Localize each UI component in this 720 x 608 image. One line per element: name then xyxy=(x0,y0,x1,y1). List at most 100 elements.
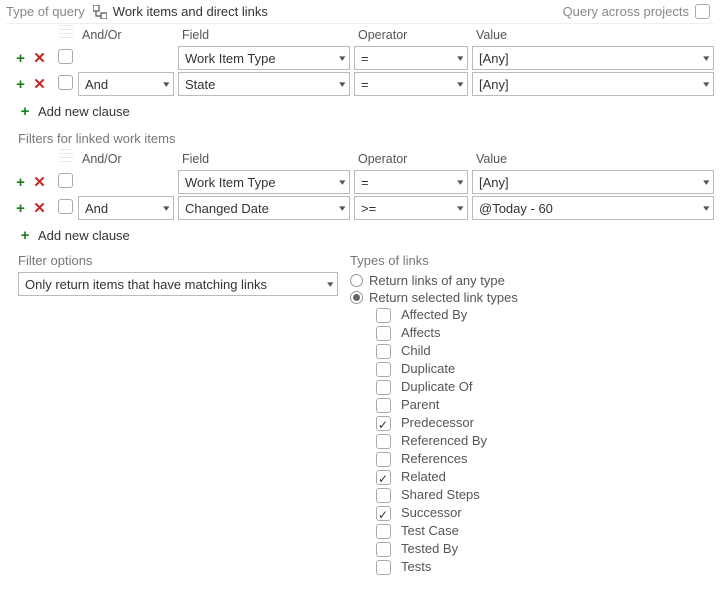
top-bar: Type of query Work items and direct link… xyxy=(6,2,714,24)
remove-clause-button[interactable]: ✕ xyxy=(32,50,48,66)
value-select[interactable]: [Any] ▾ xyxy=(472,170,714,194)
col-header-value: Value xyxy=(472,152,714,166)
clause-header: And/Or Field Operator Value xyxy=(6,148,714,169)
chevron-down-icon: ▾ xyxy=(328,279,334,290)
chevron-down-icon: ▾ xyxy=(704,203,710,214)
chevron-down-icon: ▾ xyxy=(164,79,170,90)
link-type-option[interactable]: Successor xyxy=(376,504,708,522)
add-clause-label: Add new clause xyxy=(38,104,130,119)
link-type-option[interactable]: References xyxy=(376,450,708,468)
link-type-label: Parent xyxy=(401,396,439,414)
work-items-links-icon xyxy=(93,5,107,19)
link-type-option[interactable]: Predecessor xyxy=(376,414,708,432)
enable-clause-checkbox[interactable] xyxy=(58,75,73,90)
value-select[interactable]: @Today - 60 ▾ xyxy=(472,196,714,220)
link-type-option[interactable]: Duplicate xyxy=(376,360,708,378)
field-select[interactable]: Work Item Type ▾ xyxy=(178,46,350,70)
filter-options-label: Filter options xyxy=(18,253,338,268)
value-text: [Any] xyxy=(479,51,509,66)
add-new-clause[interactable]: + Add new clause xyxy=(6,221,714,249)
link-type-option[interactable]: Test Case xyxy=(376,522,708,540)
value-text: [Any] xyxy=(479,77,509,92)
remove-clause-button[interactable]: ✕ xyxy=(32,200,48,216)
plus-icon: + xyxy=(18,103,32,119)
link-type-option[interactable]: Affects xyxy=(376,324,708,342)
add-clause-button[interactable]: + xyxy=(13,174,29,190)
link-type-label: Child xyxy=(401,342,431,360)
radio-selected-label: Return selected link types xyxy=(369,290,518,305)
checkbox-icon xyxy=(376,542,391,557)
andor-select[interactable]: And ▾ xyxy=(78,196,174,220)
operator-select[interactable]: = ▾ xyxy=(354,46,468,70)
operator-select[interactable]: = ▾ xyxy=(354,170,468,194)
radio-any-label: Return links of any type xyxy=(369,273,505,288)
link-type-radio-selected[interactable]: Return selected link types xyxy=(350,289,708,306)
col-header-field: Field xyxy=(178,152,350,166)
checkbox-icon xyxy=(376,452,391,467)
link-type-label: References xyxy=(401,450,467,468)
checkbox-icon xyxy=(376,506,391,521)
filter-options-select[interactable]: Only return items that have matching lin… xyxy=(18,272,338,296)
link-type-label: Referenced By xyxy=(401,432,487,450)
remove-clause-button[interactable]: ✕ xyxy=(32,76,48,92)
link-type-option[interactable]: Shared Steps xyxy=(376,486,708,504)
checkbox-icon xyxy=(376,560,391,575)
add-clause-button[interactable]: + xyxy=(13,200,29,216)
operator-value: = xyxy=(361,77,369,92)
enable-clause-checkbox[interactable] xyxy=(58,49,73,64)
filter-options-value: Only return items that have matching lin… xyxy=(25,277,267,292)
link-type-option[interactable]: Related xyxy=(376,468,708,486)
radio-icon xyxy=(350,274,363,287)
add-clause-button[interactable]: + xyxy=(13,76,29,92)
field-value: Work Item Type xyxy=(185,51,276,66)
checkbox-icon xyxy=(376,380,391,395)
clause-row: + ✕ And ▾ Changed Date ▾ >= ▾ @T xyxy=(6,195,714,221)
link-type-label: Affects xyxy=(401,324,441,342)
link-type-option[interactable]: Duplicate Of xyxy=(376,378,708,396)
field-select[interactable]: Work Item Type ▾ xyxy=(178,170,350,194)
link-type-option[interactable]: Tested By xyxy=(376,540,708,558)
chevron-down-icon: ▾ xyxy=(704,53,710,64)
operator-value: >= xyxy=(361,201,376,216)
remove-clause-button[interactable]: ✕ xyxy=(32,174,48,190)
field-value: Work Item Type xyxy=(185,175,276,190)
chevron-down-icon: ▾ xyxy=(704,79,710,90)
andor-select[interactable]: ▾ xyxy=(78,46,174,70)
checkbox-icon xyxy=(376,326,391,341)
value-select[interactable]: [Any] ▾ xyxy=(472,46,714,70)
andor-select[interactable]: And ▾ xyxy=(78,72,174,96)
type-of-query-label: Type of query xyxy=(6,4,85,19)
add-clause-label: Add new clause xyxy=(38,228,130,243)
link-type-option[interactable]: Parent xyxy=(376,396,708,414)
col-header-operator: Operator xyxy=(354,28,468,42)
enable-clause-checkbox[interactable] xyxy=(58,199,73,214)
value-select[interactable]: [Any] ▾ xyxy=(472,72,714,96)
field-value: Changed Date xyxy=(185,201,269,216)
checkbox-icon xyxy=(376,398,391,413)
link-type-option[interactable]: Tests xyxy=(376,558,708,576)
radio-icon xyxy=(350,291,363,304)
add-clause-button[interactable]: + xyxy=(13,50,29,66)
clause-row: + ✕ And ▾ State ▾ = ▾ [Any] xyxy=(6,71,714,97)
link-type-option[interactable]: Affected By xyxy=(376,306,708,324)
grip-icon xyxy=(59,25,73,41)
query-across-projects-checkbox[interactable] xyxy=(695,4,710,19)
checkbox-icon xyxy=(376,344,391,359)
col-header-andor: And/Or xyxy=(78,152,174,166)
link-type-option[interactable]: Child xyxy=(376,342,708,360)
enable-clause-checkbox[interactable] xyxy=(58,173,73,188)
grip-icon xyxy=(59,149,73,165)
andor-select[interactable]: ▾ xyxy=(78,170,174,194)
operator-value: = xyxy=(361,51,369,66)
link-type-option[interactable]: Referenced By xyxy=(376,432,708,450)
field-select[interactable]: State ▾ xyxy=(178,72,350,96)
chevron-down-icon: ▾ xyxy=(340,203,346,214)
value-text: @Today - 60 xyxy=(479,201,553,216)
add-new-clause[interactable]: + Add new clause xyxy=(6,97,714,125)
checkbox-icon xyxy=(376,524,391,539)
link-type-label: Duplicate Of xyxy=(401,378,473,396)
link-type-radio-any[interactable]: Return links of any type xyxy=(350,272,708,289)
field-select[interactable]: Changed Date ▾ xyxy=(178,196,350,220)
operator-select[interactable]: >= ▾ xyxy=(354,196,468,220)
operator-select[interactable]: = ▾ xyxy=(354,72,468,96)
